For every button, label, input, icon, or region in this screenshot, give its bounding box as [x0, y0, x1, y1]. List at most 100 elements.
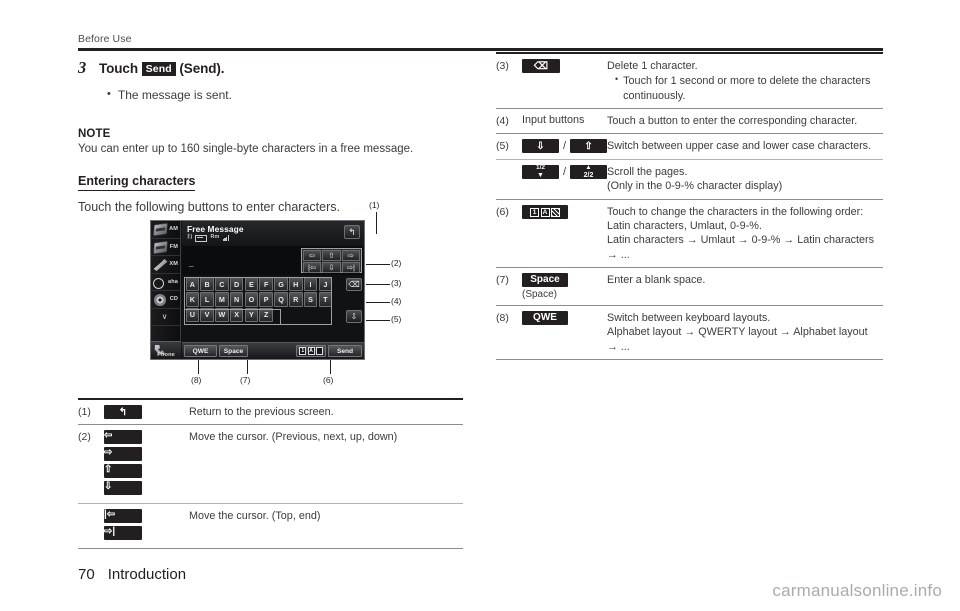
rail-item-more[interactable]: ∨ — [151, 309, 180, 326]
return-button[interactable]: ↰ — [344, 225, 360, 239]
character-mode-button[interactable]: 1 A — [296, 345, 326, 357]
key-j[interactable]: J — [318, 277, 333, 292]
delete-button[interactable]: ⌫ — [346, 278, 362, 291]
key-r[interactable]: R — [288, 292, 303, 307]
tuning-fork-icon — [153, 259, 168, 271]
keyboard-row-3: U V W X Y Z — [184, 307, 340, 322]
status-indicators: ᛒ) Rm — [187, 234, 364, 242]
row-index: (8) — [496, 311, 509, 324]
step-bullet-text: The message is sent. — [117, 88, 232, 102]
step-text: Touch Send (Send). — [99, 61, 225, 77]
table-right: (3) ⌫ Delete 1 character. • Touch for 1 … — [496, 52, 883, 361]
row-desc-sub-text: Touch for 1 second or more to delete the… — [623, 75, 871, 102]
key-s[interactable]: S — [303, 292, 318, 307]
key-m[interactable]: M — [215, 292, 229, 307]
row-buttons: ⌫ — [522, 59, 607, 73]
key-y[interactable]: Y — [244, 307, 259, 322]
device-screen: AM FM XM aha CD ∨ Phone Free Message ᛒ) … — [150, 220, 365, 360]
cursor-right-button-icon: ⇨ — [104, 447, 142, 462]
key-h[interactable]: H — [288, 277, 303, 292]
key-v[interactable]: V — [200, 307, 214, 322]
note-body: You can enter up to 160 single-byte char… — [78, 143, 414, 155]
text-entry-area[interactable]: _ ⇦ ⇧ ⇨ |⇦ ⇩ ⇨| — [182, 246, 364, 275]
device-title: Free Message — [187, 223, 244, 234]
battery-icon — [195, 234, 208, 242]
cursor-left-button[interactable]: ⇦ — [303, 250, 322, 261]
key-a[interactable]: A — [185, 277, 200, 292]
key-x[interactable]: X — [229, 307, 244, 322]
key-q[interactable]: Q — [274, 292, 288, 307]
return-button-icon: ↰ — [104, 405, 142, 419]
device-bottom-bar: QWE Space 1 A Send — [182, 342, 364, 359]
cursor-down-button[interactable]: ⇩ — [322, 262, 341, 273]
table-row: 1/2 ▼ / ▲ 2/2 Scroll the pages. (Only in… — [496, 160, 883, 199]
table-row: (5) ⇩ / ⇧ Switch between upper case and … — [496, 134, 883, 158]
row-desc-main: Scroll the pages. — [607, 165, 688, 178]
cursor-top-button-icon: |⇦ — [104, 509, 142, 524]
row-desc: Touch to change the characters in the fo… — [607, 205, 883, 262]
keyboard-row-2: K L M N O P Q R S T — [184, 292, 340, 307]
row-desc-line2: Latin characters, Umlaut, 0-9-%. — [607, 219, 762, 232]
key-e[interactable]: E — [244, 277, 259, 292]
rail-item-fm[interactable]: FM — [151, 239, 180, 256]
table-row: |⇦ ⇨| Move the cursor. (Top, end) — [78, 504, 463, 548]
key-p[interactable]: P — [259, 292, 273, 307]
key-n[interactable]: N — [229, 292, 244, 307]
cursor-top-button[interactable]: |⇦ — [303, 262, 322, 273]
page-1-of-2: 1/2 ▼ — [535, 164, 545, 179]
key-w[interactable]: W — [215, 307, 229, 322]
key-u[interactable]: U — [185, 307, 200, 322]
callout-6: (6) — [323, 375, 334, 385]
rail-label-am: AM — [169, 226, 178, 233]
key-b[interactable]: B — [200, 277, 214, 292]
table-row: (3) ⌫ Delete 1 character. • Touch for 1 … — [496, 54, 883, 108]
cursor-right-button[interactable]: ⇨ — [341, 250, 360, 261]
callout-5: (5) — [391, 314, 402, 324]
rail-item-cd[interactable]: CD — [151, 291, 180, 309]
key-k[interactable]: K — [185, 292, 200, 307]
roaming-label: Rm — [210, 234, 220, 241]
qwe-layout-button-icon: QWE — [522, 310, 568, 325]
row-desc: Enter a blank space. — [607, 273, 706, 286]
cursor-pad: ⇦ ⇧ ⇨ |⇦ ⇩ ⇨| — [301, 248, 362, 273]
rail-item-xm[interactable]: XM — [151, 256, 180, 274]
key-z[interactable]: Z — [259, 307, 273, 322]
shift-case-button[interactable]: ⇩ — [346, 310, 362, 323]
key-c[interactable]: C — [215, 277, 229, 292]
key-f[interactable]: F — [259, 277, 273, 292]
mode-cell-number: 1 — [530, 207, 539, 217]
callout-line-7 — [247, 360, 248, 374]
key-i[interactable]: I — [303, 277, 318, 292]
keyboard: A B C D E F G H I J K L M N O P Q R S T … — [182, 275, 342, 328]
mode-cell-latin: A — [307, 347, 315, 355]
row-buttons: Space (Space) — [522, 272, 607, 300]
rail-item-aha[interactable]: aha — [151, 274, 180, 291]
key-t[interactable]: T — [318, 292, 333, 307]
key-l[interactable]: L — [200, 292, 214, 307]
row-index: (3) — [496, 60, 509, 72]
aha-icon — [152, 277, 164, 289]
cursor-up-button[interactable]: ⇧ — [322, 250, 341, 261]
callout-8: (8) — [191, 375, 202, 385]
character-mode-button-icon: 1 A — [522, 205, 568, 220]
cursor-end-button[interactable]: ⇨| — [341, 262, 360, 273]
case-toggle-pair: ⇩ / ⇧ — [522, 139, 607, 154]
cursor-left-button-icon: ⇦ — [104, 430, 142, 445]
key-o[interactable]: O — [244, 292, 259, 307]
mode-cell-latin: A — [540, 207, 550, 217]
running-head: Before Use — [78, 33, 132, 45]
rail-item-am[interactable]: AM — [151, 221, 180, 239]
cassette-icon — [152, 223, 168, 236]
key-g[interactable]: G — [274, 277, 288, 292]
qwe-layout-button[interactable]: QWE — [184, 345, 217, 357]
rail-item-phone[interactable]: Phone — [151, 341, 181, 359]
row-desc: Delete 1 character. • Touch for 1 second… — [607, 59, 883, 103]
key-d[interactable]: D — [229, 277, 244, 292]
cursor-down-button-icon: ⇩ — [104, 481, 142, 496]
send-button[interactable]: Send — [328, 345, 362, 357]
row-desc-sub: • Touch for 1 second or more to delete t… — [615, 74, 883, 103]
rail-label-fm: FM — [169, 243, 178, 250]
space-button[interactable]: Space — [219, 345, 248, 357]
row-index: (1) — [78, 406, 91, 418]
row-desc: Move the cursor. (Top, end) — [189, 510, 321, 523]
